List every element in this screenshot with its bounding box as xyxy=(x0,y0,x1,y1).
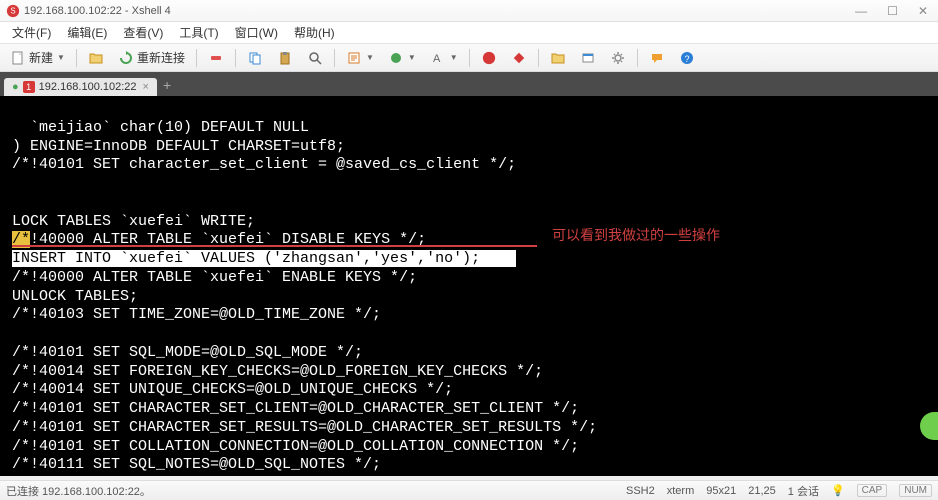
new-button[interactable]: 新建 ▼ xyxy=(4,46,71,69)
close-window-button[interactable]: ✕ xyxy=(914,4,932,18)
search-icon xyxy=(307,50,323,66)
profile-btn[interactable] xyxy=(475,47,503,69)
term-line: /*!40014 SET FOREIGN_KEY_CHECKS=@OLD_FOR… xyxy=(12,363,543,380)
session-tab[interactable]: ● 1 192.168.100.102:22 × xyxy=(4,78,157,96)
window-icon xyxy=(580,50,596,66)
ssh-icon xyxy=(511,50,527,66)
term-line: ) ENGINE=InnoDB DEFAULT CHARSET=utf8; xyxy=(12,138,345,155)
app-icon: S xyxy=(6,4,20,18)
status-term: xterm xyxy=(667,485,695,497)
new-tab-button[interactable]: + xyxy=(157,74,177,96)
term-line: `meijiao` char(10) DEFAULT NULL xyxy=(12,119,309,136)
find-button[interactable] xyxy=(301,47,329,69)
chevron-down-icon: ▼ xyxy=(57,53,65,62)
svg-text:A: A xyxy=(433,53,441,65)
reconnect-button[interactable]: 重新连接 xyxy=(112,46,191,69)
disconnect-button[interactable] xyxy=(202,47,230,69)
statusbar: 已连接 192.168.100.102:22。 SSH2 xterm 95x21… xyxy=(0,480,938,500)
chevron-down-icon: ▼ xyxy=(408,53,416,62)
term-line: LOCK TABLES `xuefei` WRITE; xyxy=(12,213,255,230)
help-icon: ? xyxy=(679,50,695,66)
svg-text:?: ? xyxy=(684,54,689,64)
tab-number: 1 xyxy=(23,81,35,93)
disconnect-icon xyxy=(208,50,224,66)
status-connection: 已连接 192.168.100.102:22。 xyxy=(6,483,151,499)
separator xyxy=(76,49,77,67)
script-icon xyxy=(346,50,362,66)
chat-bubble-icon xyxy=(649,50,665,66)
tool-btn-3[interactable]: A▼ xyxy=(424,47,464,69)
separator xyxy=(538,49,539,67)
term-line: /*!40000 ALTER TABLE `xuefei` ENABLE KEY… xyxy=(12,269,417,286)
terminal-output[interactable]: `meijiao` char(10) DEFAULT NULL ) ENGINE… xyxy=(0,96,938,476)
status-num: NUM xyxy=(899,484,932,497)
copy-icon xyxy=(247,50,263,66)
open-button[interactable] xyxy=(82,47,110,69)
separator xyxy=(334,49,335,67)
minimize-button[interactable]: — xyxy=(851,4,871,18)
chevron-down-icon: ▼ xyxy=(450,53,458,62)
term-line: /*!40101 SET COLLATION_CONNECTION=@OLD_C… xyxy=(12,438,579,455)
tool-btn-2[interactable]: ▼ xyxy=(382,47,422,69)
term-line: /*!40101 SET CHARACTER_SET_CLIENT=@OLD_C… xyxy=(12,400,579,417)
menu-help[interactable]: 帮助(H) xyxy=(286,22,343,43)
paste-button[interactable] xyxy=(271,47,299,69)
term-highlight-pad xyxy=(480,250,516,267)
red-underline-annotation xyxy=(12,245,537,247)
separator xyxy=(469,49,470,67)
folder-open-icon xyxy=(88,50,104,66)
menu-file[interactable]: 文件(F) xyxy=(4,22,59,43)
maximize-button[interactable]: ☐ xyxy=(883,4,902,18)
lightbulb-icon: 💡 xyxy=(831,484,845,497)
window-controls: — ☐ ✕ xyxy=(851,4,932,18)
menu-view[interactable]: 查看(V) xyxy=(115,22,171,43)
bullet-icon: ● xyxy=(12,81,19,93)
status-size: 95x21 xyxy=(706,485,736,497)
separator xyxy=(196,49,197,67)
separator xyxy=(637,49,638,67)
term-line: /*!40111 SET SQL_NOTES=@OLD_SQL_NOTES */… xyxy=(12,456,381,473)
svg-text:S: S xyxy=(10,6,15,15)
menu-window[interactable]: 窗口(W) xyxy=(227,22,286,43)
ssh-btn[interactable] xyxy=(505,47,533,69)
font-icon: A xyxy=(430,50,446,66)
profile-icon xyxy=(481,50,497,66)
annotation-text: 可以看到我做过的一些操作 xyxy=(552,228,720,246)
toolbar: 新建 ▼ 重新连接 ▼ ▼ A▼ ? xyxy=(0,44,938,72)
menu-edit[interactable]: 编辑(E) xyxy=(59,22,115,43)
status-sessions: 1 会话 xyxy=(788,483,819,499)
term-highlight-insert: INSERT INTO `xuefei` VALUES ('zhangsan',… xyxy=(12,250,480,267)
copy-button[interactable] xyxy=(241,47,269,69)
new-file-icon xyxy=(10,50,26,66)
folder-icon xyxy=(550,50,566,66)
status-cap: CAP xyxy=(857,484,888,497)
paste-icon xyxy=(277,50,293,66)
help-btn[interactable]: ? xyxy=(673,47,701,69)
gear-btn[interactable] xyxy=(604,47,632,69)
term-line: /*!40101 SET SQL_MODE=@OLD_SQL_MODE */; xyxy=(12,344,363,361)
tool-btn-1[interactable]: ▼ xyxy=(340,47,380,69)
term-line: /*!40101 SET CHARACTER_SET_RESULTS=@OLD_… xyxy=(12,419,597,436)
window-btn[interactable] xyxy=(574,47,602,69)
color-icon xyxy=(388,50,404,66)
menu-tools[interactable]: 工具(T) xyxy=(171,22,226,43)
status-pos: 21,25 xyxy=(748,485,776,497)
chevron-down-icon: ▼ xyxy=(366,53,374,62)
separator xyxy=(235,49,236,67)
window-title: 192.168.100.102:22 - Xshell 4 xyxy=(24,5,851,17)
reconnect-icon xyxy=(118,50,134,66)
term-line: /*!40014 SET UNIQUE_CHECKS=@OLD_UNIQUE_C… xyxy=(12,381,453,398)
term-line: UNLOCK TABLES; xyxy=(12,288,138,305)
folder-btn[interactable] xyxy=(544,47,572,69)
menubar: 文件(F) 编辑(E) 查看(V) 工具(T) 窗口(W) 帮助(H) xyxy=(0,22,938,44)
term-line: /*!40103 SET TIME_ZONE=@OLD_TIME_ZONE */… xyxy=(12,306,381,323)
tab-label: 192.168.100.102:22 xyxy=(39,81,137,93)
bubble-btn[interactable] xyxy=(643,47,671,69)
tab-strip: ● 1 192.168.100.102:22 × + xyxy=(0,72,938,96)
status-ssh: SSH2 xyxy=(626,485,655,497)
titlebar: S 192.168.100.102:22 - Xshell 4 — ☐ ✕ xyxy=(0,0,938,22)
term-line: /*!40101 SET character_set_client = @sav… xyxy=(12,156,516,173)
gear-icon xyxy=(610,50,626,66)
tab-close-button[interactable]: × xyxy=(143,81,149,93)
